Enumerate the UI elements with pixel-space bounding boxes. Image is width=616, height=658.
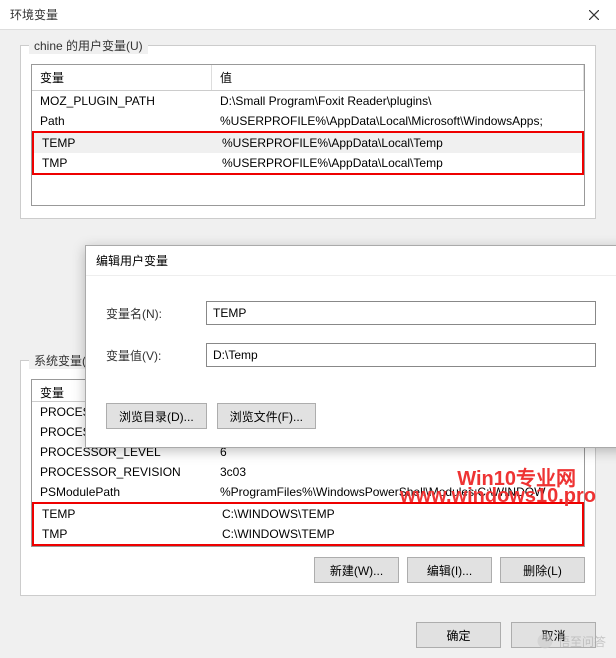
- table-row[interactable]: PSModulePath %ProgramFiles%\WindowsPower…: [32, 482, 584, 502]
- edit-button[interactable]: 编辑(I)...: [407, 557, 492, 583]
- close-icon: [589, 10, 599, 20]
- delete-button[interactable]: 删除(L): [500, 557, 585, 583]
- new-button[interactable]: 新建(W)...: [314, 557, 399, 583]
- table-row[interactable]: TEMP C:\WINDOWS\TEMP: [34, 504, 582, 524]
- table-row[interactable]: TMP C:\WINDOWS\TEMP: [34, 524, 582, 544]
- table-row[interactable]: PROCESSOR_REVISION 3c03: [32, 462, 584, 482]
- variable-name-label: 变量名(N):: [106, 305, 206, 322]
- user-variables-label: chine 的用户变量(U): [29, 37, 148, 54]
- browse-directory-button[interactable]: 浏览目录(D)...: [106, 403, 207, 429]
- highlight-annotation: TEMP %USERPROFILE%\AppData\Local\Temp TM…: [32, 131, 584, 175]
- dialog-title: 编辑用户变量: [86, 246, 616, 276]
- main-dialog-buttons: 确定 取消: [416, 622, 596, 648]
- title-bar: 环境变量: [0, 0, 616, 30]
- variable-name-input[interactable]: [206, 301, 596, 325]
- highlight-annotation: TEMP C:\WINDOWS\TEMP TMP C:\WINDOWS\TEMP: [32, 502, 584, 546]
- user-variables-group: chine 的用户变量(U) 变量 值 MOZ_PLUGIN_PATH D:\S…: [20, 45, 596, 219]
- close-button[interactable]: [571, 0, 616, 30]
- window-title: 环境变量: [10, 6, 58, 23]
- table-row[interactable]: TMP %USERPROFILE%\AppData\Local\Temp: [34, 153, 582, 173]
- edit-variable-dialog: 编辑用户变量 变量名(N): 变量值(V): 浏览目录(D)... 浏览文件(F…: [85, 245, 616, 448]
- cancel-button[interactable]: 取消: [511, 622, 596, 648]
- system-buttons: 新建(W)... 编辑(I)... 删除(L): [31, 557, 585, 583]
- browse-file-button[interactable]: 浏览文件(F)...: [217, 403, 316, 429]
- table-header: 变量 值: [32, 65, 584, 91]
- column-variable[interactable]: 变量: [32, 65, 212, 90]
- table-row[interactable]: TEMP %USERPROFILE%\AppData\Local\Temp: [34, 133, 582, 153]
- column-value[interactable]: 值: [212, 65, 584, 90]
- table-row[interactable]: MOZ_PLUGIN_PATH D:\Small Program\Foxit R…: [32, 91, 584, 111]
- ok-button[interactable]: 确定: [416, 622, 501, 648]
- variable-value-input[interactable]: [206, 343, 596, 367]
- table-row[interactable]: Path %USERPROFILE%\AppData\Local\Microso…: [32, 111, 584, 131]
- variable-value-label: 变量值(V):: [106, 347, 206, 364]
- user-variables-table[interactable]: 变量 值 MOZ_PLUGIN_PATH D:\Small Program\Fo…: [31, 64, 585, 206]
